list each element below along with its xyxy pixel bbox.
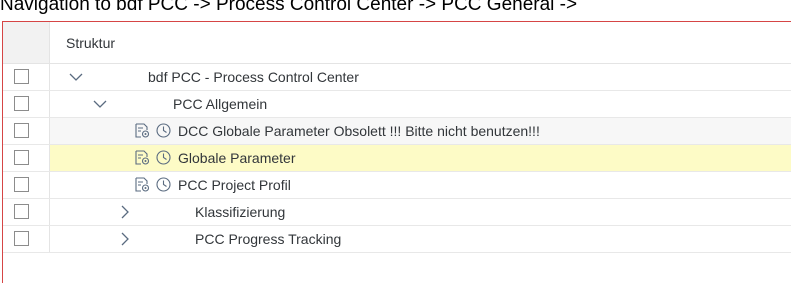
row-label: PCC Progress Tracking [195,231,342,247]
row-selector[interactable] [3,145,50,171]
chevron-right-icon[interactable] [117,231,133,247]
row-label: bdf PCC - Process Control Center [148,69,359,85]
column-header-struktur: Struktur [66,35,116,51]
row-selector[interactable] [3,118,50,144]
select-all-cell[interactable] [3,22,50,63]
parameter-icon [135,123,150,138]
row-label: Globale Parameter [178,150,296,166]
row-checkbox[interactable] [14,204,29,219]
row-checkbox[interactable] [14,69,29,84]
parameter-icon [135,177,150,192]
table-row[interactable]: DCC Globale Parameter Obsolett !!! Bitte… [3,118,791,145]
chevron-down-icon[interactable] [68,69,84,85]
table-header: Struktur [3,22,791,64]
clock-icon [156,177,171,192]
row-checkbox[interactable] [14,96,29,111]
row-selector[interactable] [3,226,50,252]
chevron-right-icon[interactable] [117,204,133,220]
table-row[interactable]: Klassifizierung [3,199,791,226]
parameter-icon [135,150,150,165]
row-checkbox[interactable] [14,231,29,246]
table-row[interactable]: Globale Parameter [3,145,791,172]
tree-table: Struktur bdf PCC - Process Control Cente… [2,21,791,283]
chevron-down-icon[interactable] [92,96,108,112]
table-row[interactable]: PCC Project Profil [3,172,791,199]
table-row[interactable]: PCC Allgemein [3,91,791,118]
caption-text: Navigation to bdf PCC -> Process Control… [0,0,578,15]
table-row[interactable]: PCC Progress Tracking [3,226,791,253]
row-checkbox[interactable] [14,123,29,138]
row-label: PCC Allgemein [173,96,268,112]
row-label: DCC Globale Parameter Obsolett !!! Bitte… [178,123,540,139]
row-selector[interactable] [3,64,50,90]
row-selector[interactable] [3,91,50,117]
table-row[interactable]: bdf PCC - Process Control Center [3,64,791,91]
row-selector[interactable] [3,172,50,198]
clock-icon [156,150,171,165]
row-selector[interactable] [3,199,50,225]
clock-icon [156,123,171,138]
row-checkbox[interactable] [14,177,29,192]
row-checkbox[interactable] [14,150,29,165]
row-label: Klassifizierung [195,204,286,220]
row-label: PCC Project Profil [178,177,291,193]
